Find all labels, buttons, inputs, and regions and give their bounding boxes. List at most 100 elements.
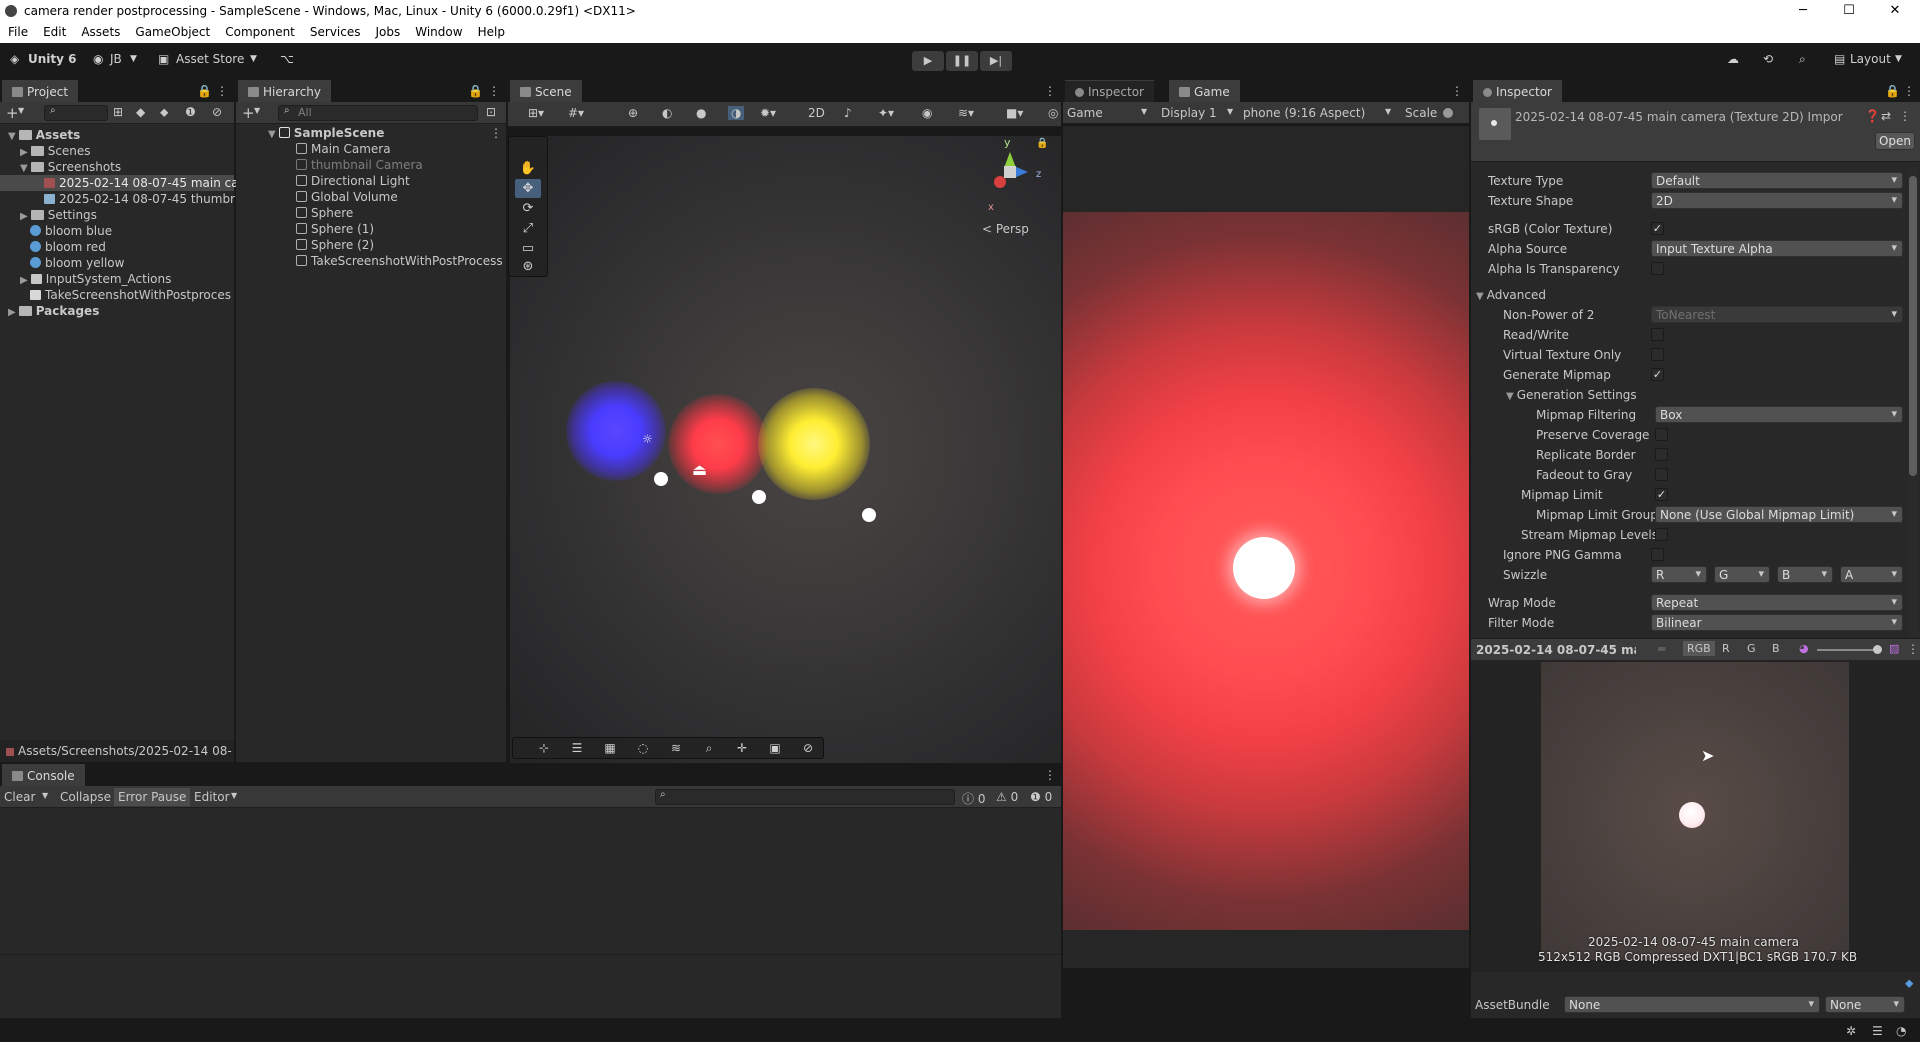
filter-mode-dropdown[interactable]: Bilinear — [1651, 614, 1903, 631]
hierarchy-item-directional-light[interactable]: Directional Light — [296, 174, 410, 188]
light-gizmo-icon[interactable]: ☼ — [642, 432, 653, 446]
tree-item-bloom-blue[interactable]: bloom blue — [30, 224, 112, 238]
advanced-foldout[interactable]: ▼ Advanced — [1476, 288, 1546, 302]
gizmo-lock-icon[interactable]: 🔒 — [1036, 138, 1048, 149]
mipmap-limit-checkbox[interactable]: ✓ — [1655, 488, 1668, 501]
transform-tools-icon[interactable]: ⊞▾ — [528, 106, 544, 120]
tree-item-screenshots[interactable]: ▼ Screenshots — [20, 160, 121, 174]
replicate-border-checkbox[interactable] — [1655, 448, 1668, 461]
rgb-channel-button[interactable]: RGB — [1683, 641, 1715, 656]
editor-dropdown[interactable]: Editor — [194, 790, 230, 804]
mipmap-limit-group-dropdown[interactable]: None (Use Global Mipmap Limit) — [1655, 506, 1903, 523]
swizzle-r-dropdown[interactable]: R — [1651, 566, 1707, 583]
lock-icon[interactable]: 🔒 — [197, 84, 212, 98]
tab-game[interactable]: Game — [1169, 80, 1240, 102]
orbit-icon[interactable]: ◌ — [630, 740, 656, 757]
global-icon[interactable]: ⊕ — [628, 106, 638, 120]
hierarchy-item-sphere[interactable]: Sphere — [296, 206, 353, 220]
menu-gameobject[interactable]: GameObject — [127, 22, 217, 39]
menu-jobs[interactable]: Jobs — [368, 22, 408, 39]
orientation-gizmo[interactable] — [990, 152, 1030, 192]
kebab-menu-icon[interactable]: ⋮ — [490, 126, 502, 140]
r-channel-button[interactable]: R — [1722, 642, 1730, 655]
texture-type-dropdown[interactable]: Default — [1651, 172, 1903, 189]
account-dropdown[interactable]: JB — [110, 52, 122, 66]
camera-gizmo-icon[interactable]: ⏏ — [692, 460, 707, 479]
hidden-eye-icon[interactable]: ⊘ — [212, 105, 222, 119]
filter-by-label-icon[interactable]: ◆ — [136, 105, 145, 119]
hierarchy-item-screenshot-script[interactable]: TakeScreenshotWithPostProcess — [296, 254, 503, 268]
tab-hierarchy[interactable]: Hierarchy — [238, 80, 332, 102]
menu-component[interactable]: Component — [217, 22, 302, 39]
log-count[interactable]: ⓘ 0 — [962, 790, 985, 807]
lighting-icon[interactable]: ✹▾ — [760, 106, 776, 120]
visibility-eye-icon[interactable]: ◉ — [922, 106, 932, 120]
kebab-menu-icon[interactable]: ⋮ — [1903, 84, 1915, 98]
transform-tool-icon[interactable]: ⊛ — [515, 257, 541, 276]
swizzle-g-dropdown[interactable]: G — [1714, 566, 1770, 583]
tab-project[interactable]: Project — [2, 80, 79, 102]
console-search-input[interactable] — [655, 789, 955, 805]
shading-shaded-icon[interactable]: ◑ — [728, 106, 745, 120]
search-options-icon[interactable]: ⊡ — [486, 105, 496, 119]
search-icon[interactable]: ⌕ — [1799, 52, 1806, 67]
tree-item-thumbnail-texture[interactable]: 2025-02-14 08-07-45 thumbr — [44, 192, 235, 206]
stream-mipmap-checkbox[interactable] — [1655, 528, 1668, 541]
tag-icon[interactable]: ⬥ — [160, 105, 168, 120]
preset-icon[interactable]: ⇄ — [1881, 109, 1891, 123]
scale-slider-handle[interactable] — [1443, 108, 1453, 118]
grid-snapping-icon[interactable]: #▾ — [568, 106, 584, 120]
menu-help[interactable]: Help — [470, 22, 512, 39]
srgb-checkbox[interactable]: ✓ — [1651, 222, 1664, 235]
tree-item-input-actions[interactable]: ▶ InputSystem_Actions — [20, 272, 171, 286]
tab-inspector-secondary[interactable]: Inspector — [1065, 80, 1154, 102]
menu-assets[interactable]: Assets — [73, 22, 127, 39]
kebab-menu-icon[interactable]: ⋮ — [216, 84, 228, 98]
asset-store-dropdown[interactable]: Asset Store — [176, 52, 244, 66]
step-button[interactable]: ▶| — [980, 51, 1012, 71]
preserve-coverage-checkbox[interactable] — [1655, 428, 1668, 441]
tree-item-bloom-red[interactable]: bloom red — [30, 240, 106, 254]
mip-icon[interactable]: ◕ — [1799, 642, 1809, 655]
move-tool-icon[interactable]: ✥ — [515, 179, 541, 198]
tree-item-script[interactable]: TakeScreenshotWithPostproces — [30, 288, 231, 302]
game-mode-dropdown[interactable]: Game — [1067, 106, 1103, 120]
mip-slider-handle[interactable] — [1873, 645, 1882, 654]
align-icon[interactable]: ☰ — [564, 740, 590, 757]
persp-label[interactable]: < Persp — [982, 222, 1029, 236]
history-icon[interactable]: ⟲ — [1763, 52, 1773, 66]
layout-dropdown[interactable]: Layout — [1850, 52, 1891, 66]
open-button[interactable]: Open — [1875, 132, 1915, 150]
hand-tool-icon[interactable]: ✋ — [515, 159, 541, 178]
menu-window[interactable]: Window — [407, 22, 469, 39]
texture-shape-dropdown[interactable]: 2D — [1651, 192, 1903, 209]
unity-version-label[interactable]: Unity 6 — [28, 52, 77, 66]
hierarchy-item-main-camera[interactable]: Main Camera — [296, 142, 391, 156]
tree-item-main-camera-texture[interactable]: 2025-02-14 08-07-45 main ca — [44, 176, 239, 190]
bug-report-icon[interactable]: ✲ — [1846, 1024, 1856, 1038]
kebab-menu-icon[interactable]: ⋮ — [1899, 109, 1911, 123]
shading-solid-icon[interactable]: ● — [696, 106, 706, 120]
collapse-button[interactable]: Collapse — [60, 790, 111, 804]
read-write-checkbox[interactable] — [1651, 328, 1664, 341]
maximize-button[interactable]: ☐ — [1826, 0, 1872, 22]
assetbundle-dropdown[interactable]: None — [1564, 996, 1820, 1013]
sphere-blue[interactable] — [654, 472, 668, 486]
inspector-scrollbar-thumb[interactable] — [1909, 176, 1917, 476]
kebab-menu-icon[interactable]: ⋮ — [488, 84, 500, 98]
b-channel-button[interactable]: B — [1772, 642, 1780, 655]
hierarchy-item-sphere-2[interactable]: Sphere (2) — [296, 238, 374, 252]
version-control-icon[interactable]: ⌥ — [280, 52, 294, 66]
warning-count[interactable]: ⚠ 0 — [996, 790, 1018, 804]
ignore-png-gamma-checkbox[interactable] — [1651, 548, 1664, 561]
tree-item-packages[interactable]: ▶ Packages — [8, 304, 99, 318]
virtual-texture-checkbox[interactable] — [1651, 348, 1664, 361]
audio-icon[interactable]: ♪ — [844, 106, 852, 120]
snap-icon[interactable]: ⊹ — [531, 740, 557, 757]
menu-services[interactable]: Services — [302, 22, 368, 39]
camera-preview-icon[interactable]: ▣ — [762, 740, 788, 757]
help-icon[interactable]: ❓ — [1865, 109, 1880, 123]
g-channel-button[interactable]: G — [1747, 642, 1756, 655]
swizzle-a-dropdown[interactable]: A — [1840, 566, 1903, 583]
minimize-button[interactable]: ─ — [1780, 0, 1826, 22]
